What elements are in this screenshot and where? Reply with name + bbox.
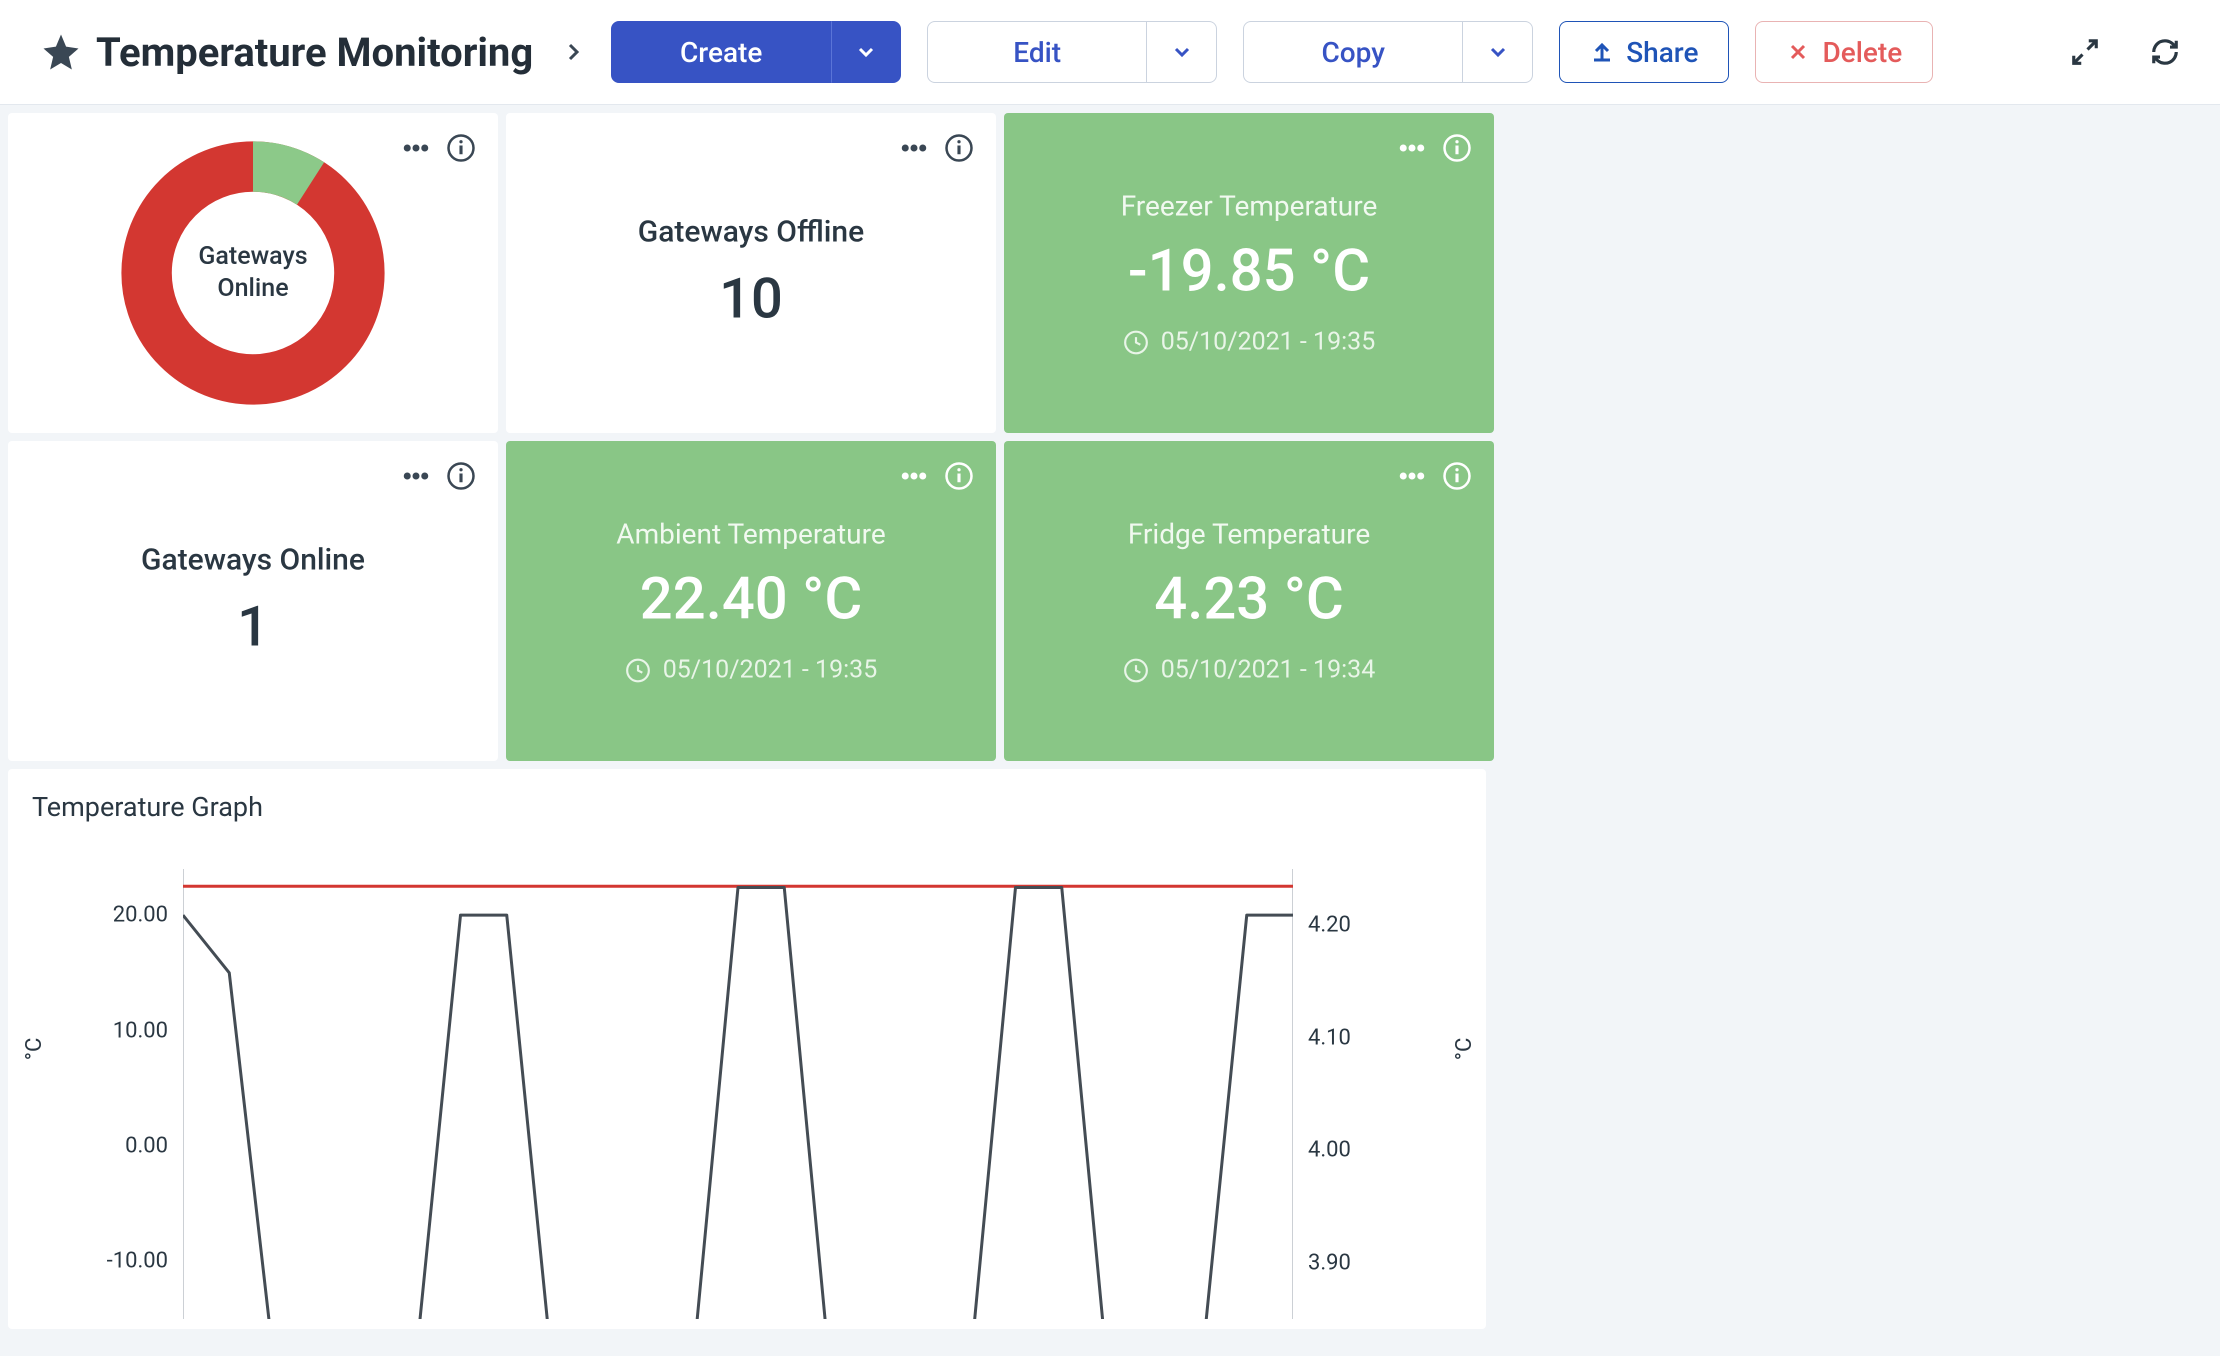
info-icon[interactable]: [1442, 461, 1472, 495]
donut-label: GatewaysOnline: [198, 241, 307, 306]
right-axis: 4.204.104.003.90: [1308, 869, 1418, 1319]
metric-value: 1: [8, 594, 498, 660]
share-button-label: Share: [1626, 36, 1698, 69]
edit-button-group: Edit: [927, 21, 1217, 83]
metric-title: Fridge Temperature: [1004, 518, 1494, 551]
metric-timestamp: 05/10/2021 - 19:35: [506, 656, 996, 685]
info-icon[interactable]: [944, 133, 974, 167]
edit-button[interactable]: Edit: [927, 21, 1147, 83]
delete-button[interactable]: Delete: [1755, 21, 1933, 83]
metric-value: 10: [506, 266, 996, 332]
copy-button[interactable]: Copy: [1243, 21, 1463, 83]
clock-icon: [625, 657, 651, 683]
graph-title: Temperature Graph: [32, 791, 263, 823]
metric-title: Gateways Online: [8, 543, 498, 578]
share-icon: [1590, 40, 1614, 64]
metric-title: Freezer Temperature: [1004, 190, 1494, 223]
card-menu-icon[interactable]: [401, 461, 431, 495]
topbar-right-icons: [2070, 37, 2180, 67]
create-button-group: Create: [611, 21, 901, 83]
card-gateways-online: Gateways Online 1: [8, 441, 498, 761]
card-ambient-temp: Ambient Temperature 22.40 °C 05/10/2021 …: [506, 441, 996, 761]
card-gateways-donut: GatewaysOnline: [8, 113, 498, 433]
metric-value: 22.40 °C: [506, 566, 996, 634]
info-icon[interactable]: [1442, 133, 1472, 167]
delete-button-label: Delete: [1822, 36, 1902, 69]
line-chart: [183, 869, 1293, 1319]
copy-button-label: Copy: [1321, 36, 1384, 69]
card-menu-icon[interactable]: [1397, 133, 1427, 167]
card-temperature-graph: Temperature Graph °C °C 20.0010.000.00-1…: [8, 769, 1486, 1329]
copy-dropdown[interactable]: [1463, 21, 1533, 83]
create-button-label: Create: [680, 36, 762, 69]
right-axis-label: °C: [1452, 1038, 1477, 1061]
metric-title: Gateways Offline: [506, 215, 996, 250]
metric-value: -19.85 °C: [1004, 238, 1494, 306]
info-icon[interactable]: [446, 461, 476, 495]
expand-icon[interactable]: [2070, 37, 2100, 67]
dashboard: GatewaysOnline Gateways Offline 10 Freez…: [0, 105, 2220, 1329]
create-button[interactable]: Create: [611, 21, 831, 83]
card-menu-icon[interactable]: [899, 133, 929, 167]
close-icon: [1786, 40, 1810, 64]
create-dropdown[interactable]: [831, 21, 901, 83]
topbar: Temperature Monitoring Create Edit Copy …: [0, 0, 2220, 105]
metric-title: Ambient Temperature: [506, 518, 996, 551]
edit-dropdown[interactable]: [1147, 21, 1217, 83]
card-fridge-temp: Fridge Temperature 4.23 °C 05/10/2021 - …: [1004, 441, 1494, 761]
info-icon[interactable]: [944, 461, 974, 495]
breadcrumb-chevron-icon[interactable]: [561, 40, 585, 64]
copy-button-group: Copy: [1243, 21, 1533, 83]
metric-value: 4.23 °C: [1004, 566, 1494, 634]
page-title: Temperature Monitoring: [96, 29, 533, 76]
card-menu-icon[interactable]: [899, 461, 929, 495]
refresh-icon[interactable]: [2150, 37, 2180, 67]
metric-timestamp: 05/10/2021 - 19:35: [1004, 328, 1494, 357]
card-gateways-offline: Gateways Offline 10: [506, 113, 996, 433]
left-axis-label: °C: [22, 1038, 47, 1061]
share-button[interactable]: Share: [1559, 21, 1729, 83]
metric-timestamp: 05/10/2021 - 19:34: [1004, 656, 1494, 685]
card-freezer-temp: Freezer Temperature -19.85 °C 05/10/2021…: [1004, 113, 1494, 433]
card-menu-icon[interactable]: [1397, 461, 1427, 495]
left-axis: 20.0010.000.00-10.00: [68, 869, 178, 1319]
clock-icon: [1123, 329, 1149, 355]
star-icon[interactable]: [40, 31, 82, 73]
clock-icon: [1123, 657, 1149, 683]
edit-button-label: Edit: [1013, 36, 1061, 69]
